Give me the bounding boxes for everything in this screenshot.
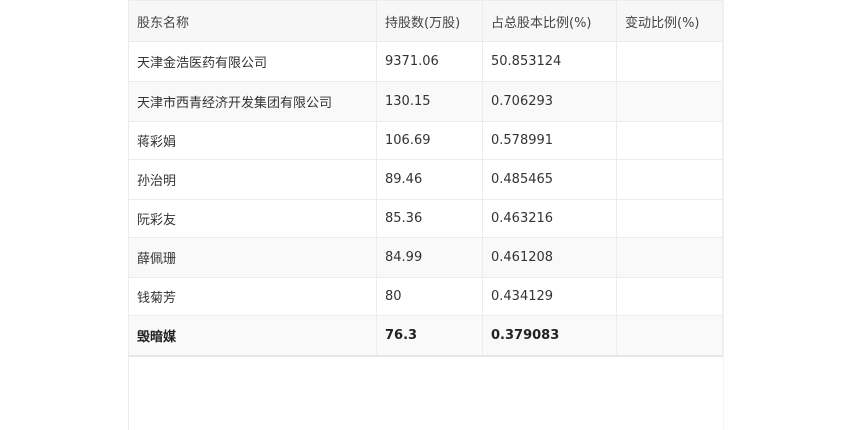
- table-row: 孙治明 89.46 0.485465: [128, 159, 723, 200]
- shareholders-table: 股东名称 持股数(万股) 占总股本比例(%) 变动比例(%) 天津金浩医药有限公…: [128, 0, 723, 357]
- holder-shares: 130.15: [376, 81, 483, 122]
- holder-name: 天津金浩医药有限公司: [128, 41, 377, 82]
- holder-shares: 9371.06: [376, 41, 483, 82]
- holder-name: 天津市西青经济开发集团有限公司: [128, 81, 377, 122]
- holder-shares: 84.99: [376, 237, 483, 278]
- holder-name: 孙治明: [128, 159, 377, 200]
- holder-ratio: 0.434129: [482, 277, 617, 316]
- table-row: 阮彩友 85.36 0.463216: [128, 199, 723, 238]
- holder-ratio: 0.379083: [482, 315, 617, 357]
- holder-change: [616, 81, 723, 122]
- holder-change: [616, 315, 723, 357]
- holder-ratio: 50.853124: [482, 41, 617, 82]
- header-shares: 持股数(万股): [376, 0, 483, 42]
- holder-shares: 85.36: [376, 199, 483, 238]
- holder-ratio: 0.578991: [482, 121, 617, 160]
- holder-change: [616, 237, 723, 278]
- holder-shares: 106.69: [376, 121, 483, 160]
- holder-change: [616, 41, 723, 82]
- table-row: 蒋彩娟 106.69 0.578991: [128, 121, 723, 160]
- holder-name: 毁暗媒: [128, 315, 377, 357]
- holder-ratio: 0.463216: [482, 199, 617, 238]
- holder-name: 钱菊芳: [128, 277, 377, 316]
- table-row: 毁暗媒 76.3 0.379083: [128, 315, 723, 357]
- holder-shares: 80: [376, 277, 483, 316]
- table-body: 天津金浩医药有限公司 9371.06 50.853124 天津市西青经济开发集团…: [128, 41, 723, 357]
- header-change: 变动比例(%): [616, 0, 723, 42]
- holder-name: 蒋彩娟: [128, 121, 377, 160]
- holder-name: 薛佩珊: [128, 237, 377, 278]
- holder-change: [616, 277, 723, 316]
- table-row: 天津市西青经济开发集团有限公司 130.15 0.706293: [128, 81, 723, 122]
- holder-ratio: 0.461208: [482, 237, 617, 278]
- holder-name: 阮彩友: [128, 199, 377, 238]
- table-header: 股东名称 持股数(万股) 占总股本比例(%) 变动比例(%): [128, 0, 723, 42]
- holder-change: [616, 159, 723, 200]
- holder-shares: 89.46: [376, 159, 483, 200]
- header-ratio: 占总股本比例(%): [482, 0, 617, 42]
- holder-ratio: 0.485465: [482, 159, 617, 200]
- table-row: 天津金浩医药有限公司 9371.06 50.853124: [128, 41, 723, 82]
- holder-shares: 76.3: [376, 315, 483, 357]
- holder-change: [616, 199, 723, 238]
- header-holder-name: 股东名称: [128, 0, 377, 42]
- header-row: 股东名称 持股数(万股) 占总股本比例(%) 变动比例(%): [128, 0, 723, 42]
- table-row: 薛佩珊 84.99 0.461208: [128, 237, 723, 278]
- table-row: 钱菊芳 80 0.434129: [128, 277, 723, 316]
- holder-change: [616, 121, 723, 160]
- holder-ratio: 0.706293: [482, 81, 617, 122]
